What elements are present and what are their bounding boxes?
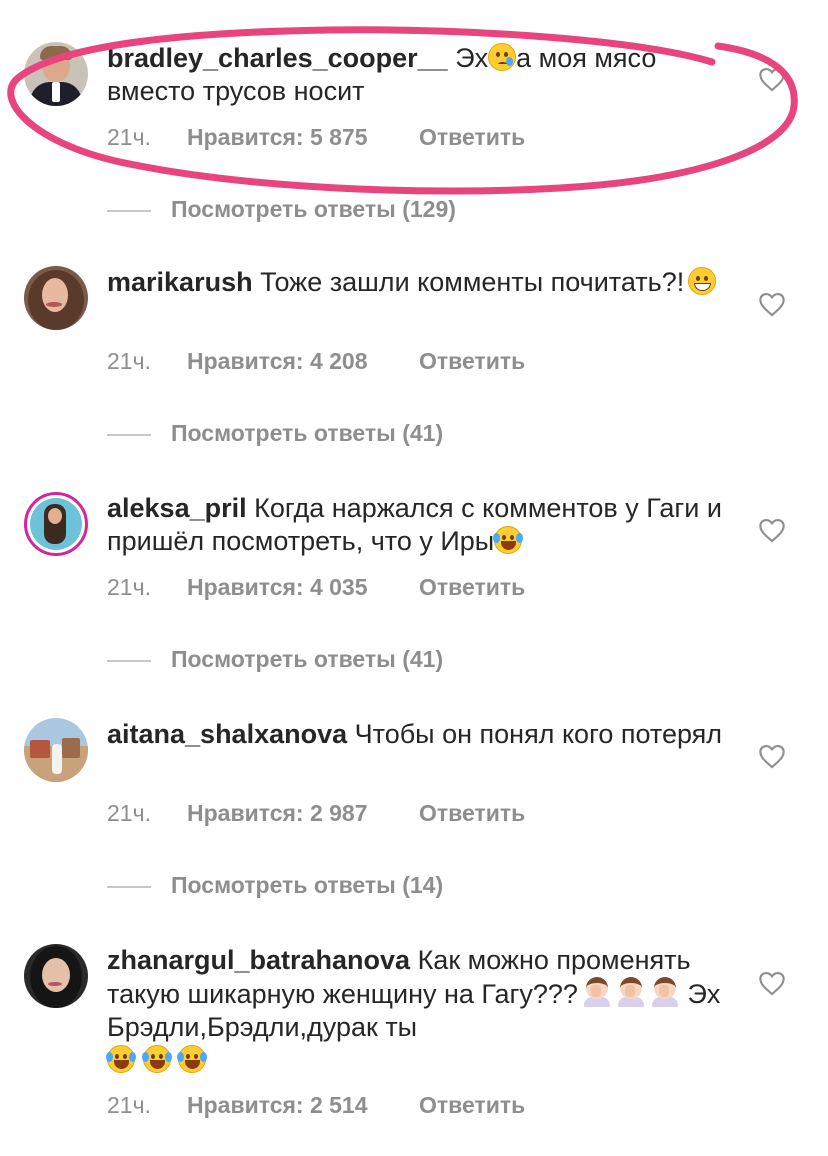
tears-of-joy-icon	[177, 1045, 208, 1073]
avatar-bradley[interactable]	[24, 42, 88, 106]
comment-text: aleksa_pril Когда наржался с комментов у…	[107, 492, 727, 558]
comment-meta: 21ч. Нравится: 4 035 Ответить	[107, 574, 525, 601]
avatar-aitana-shalxanova[interactable]	[24, 718, 88, 782]
replies-divider	[107, 660, 151, 662]
username[interactable]: zhanargul_batrahanova	[107, 945, 410, 975]
username[interactable]: aleksa_pril	[107, 493, 247, 523]
comment-meta: 21ч. Нравится: 2 987 Ответить	[107, 800, 525, 827]
comment-text: bradley_charles_cooper__ Эх а моя мясо вм…	[107, 42, 727, 108]
facepalm-icon	[616, 977, 646, 1007]
grinning-face-icon	[688, 267, 717, 295]
heart-icon[interactable]	[758, 291, 786, 317]
username[interactable]: bradley_charles_cooper__	[107, 43, 448, 73]
username[interactable]: aitana_shalxanova	[107, 719, 347, 749]
reply-button[interactable]: Ответить	[419, 124, 525, 151]
comment-text: zhanargul_batrahanova Как можно променят…	[106, 944, 727, 1077]
likes-count[interactable]: Нравится: 2 987	[187, 800, 419, 827]
heart-icon[interactable]	[758, 66, 786, 92]
replies-divider	[107, 434, 151, 436]
comment-text-part: Чтобы он понял кого потерял	[347, 719, 723, 749]
reply-button[interactable]: Ответить	[419, 800, 525, 827]
timestamp: 21ч.	[107, 800, 151, 826]
view-replies-label[interactable]: Посмотреть ответы (14)	[171, 872, 443, 899]
replies-divider	[107, 886, 151, 888]
likes-count[interactable]: Нравится: 4 208	[187, 348, 419, 375]
facepalm-icon	[650, 977, 680, 1007]
tears-of-joy-icon	[106, 1045, 136, 1073]
avatar-marikarush[interactable]	[24, 266, 88, 330]
likes-count[interactable]: Нравится: 2 514	[187, 1092, 419, 1119]
heart-icon[interactable]	[758, 517, 786, 543]
comment-text: marikarush Тоже зашли комменты почитать?…	[107, 266, 727, 299]
likes-count[interactable]: Нравится: 4 035	[187, 574, 419, 601]
tears-of-joy-icon	[493, 526, 524, 554]
reply-button[interactable]: Ответить	[419, 574, 525, 601]
likes-count[interactable]: Нравится: 5 875	[187, 124, 419, 151]
crying-face-icon	[488, 43, 517, 71]
reply-button[interactable]: Ответить	[419, 348, 525, 375]
replies-divider	[107, 210, 151, 212]
avatar-zhanargul-batrahanova[interactable]	[24, 944, 88, 1008]
view-replies-label[interactable]: Посмотреть ответы (129)	[171, 196, 456, 223]
username[interactable]: marikarush	[107, 267, 253, 297]
reply-button[interactable]: Ответить	[419, 1092, 525, 1119]
comment-text-part: Эх	[447, 43, 489, 73]
avatar-aleksa-pril[interactable]	[24, 492, 88, 556]
timestamp: 21ч.	[107, 1092, 151, 1118]
view-replies-label[interactable]: Посмотреть ответы (41)	[171, 646, 443, 673]
tears-of-joy-icon	[141, 1045, 172, 1073]
comment-meta: 21ч. Нравится: 5 875 Ответить	[107, 124, 525, 151]
comment-text: aitana_shalxanova Чтобы он понял кого по…	[107, 718, 727, 751]
view-replies-label[interactable]: Посмотреть ответы (41)	[171, 420, 443, 447]
facepalm-icon	[582, 977, 612, 1007]
comment-meta: 21ч. Нравится: 4 208 Ответить	[107, 348, 525, 375]
timestamp: 21ч.	[107, 124, 151, 150]
heart-icon[interactable]	[758, 970, 786, 996]
comment-text-part: Тоже зашли комменты почитать?!	[252, 267, 685, 297]
timestamp: 21ч.	[107, 574, 151, 600]
heart-icon[interactable]	[758, 743, 786, 769]
comment-meta: 21ч. Нравится: 2 514 Ответить	[107, 1092, 525, 1119]
timestamp: 21ч.	[107, 348, 151, 374]
